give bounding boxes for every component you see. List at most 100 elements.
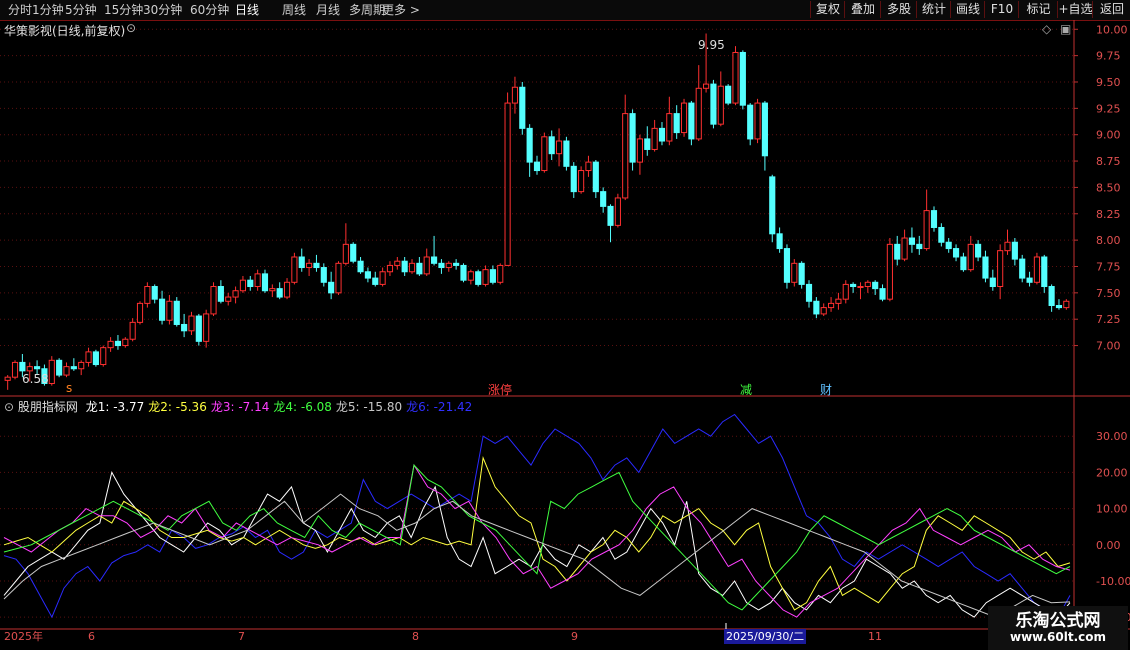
period-2[interactable]: 5分钟 — [65, 2, 97, 18]
candle-body — [850, 283, 857, 288]
toolbar-button-7[interactable]: +自选 — [1057, 1, 1093, 18]
candle-body — [144, 286, 151, 304]
candle-body — [239, 279, 247, 292]
candle-body — [453, 262, 460, 266]
indicator-name[interactable]: 股朋指标网 — [18, 400, 78, 414]
high-price-marker: 9.95 — [698, 38, 725, 52]
toolbar-button-5[interactable]: F10 — [984, 1, 1019, 18]
candle-body — [1048, 286, 1055, 306]
candle-body — [460, 264, 467, 281]
candle-body — [820, 307, 827, 315]
candle-body — [717, 85, 724, 125]
date-year: 2025年 — [4, 630, 43, 643]
candle-body — [1055, 304, 1063, 309]
indicator-series-4 — [3, 464, 1071, 611]
toolbar-button-0[interactable]: 复权 — [810, 1, 845, 18]
candle-body — [585, 161, 592, 172]
candle-body — [298, 256, 305, 269]
candle-body — [1063, 300, 1070, 309]
candle-body — [975, 243, 982, 258]
period-10[interactable]: 更多 > — [382, 2, 420, 18]
candle-body — [614, 197, 621, 226]
candle-body — [563, 140, 570, 167]
price-tick-label: 7.75 — [1096, 260, 1121, 273]
candle-body — [122, 338, 129, 347]
cursor-date-label: 2025/09/30/二 — [724, 629, 807, 644]
event-s-marker[interactable]: s — [66, 381, 72, 395]
indicator-tick-label: 30.00 — [1096, 430, 1128, 443]
candle-body — [217, 286, 224, 302]
candle-body — [136, 302, 144, 323]
toolbar-button-3[interactable]: 统计 — [916, 1, 951, 18]
indicator-toggle-icon[interactable]: ⊙ — [4, 400, 14, 414]
candle-body — [578, 170, 585, 193]
price-tick-label: 7.50 — [1096, 287, 1121, 300]
price-tick-label: 7.00 — [1096, 340, 1121, 353]
candle-body — [761, 102, 768, 157]
stock-title[interactable]: 华策影视(日线,前复权) — [4, 22, 125, 39]
candle-body — [908, 237, 916, 245]
candle-body — [372, 277, 379, 285]
diamond-icon[interactable]: ◇ — [1042, 22, 1051, 36]
period-0[interactable]: 分时 — [8, 2, 32, 18]
candle-body — [747, 104, 754, 140]
candle-body — [533, 161, 541, 172]
candle-body — [19, 361, 26, 372]
candle-body — [857, 286, 864, 289]
toolbar-button-8[interactable]: 返回 — [1092, 1, 1130, 18]
candle-body — [431, 256, 438, 264]
candle-body — [673, 113, 680, 134]
candle-body — [158, 298, 166, 321]
candle-body — [423, 256, 430, 275]
period-5[interactable]: 60分钟 — [190, 2, 229, 18]
toolbar-button-2[interactable]: 多股 — [880, 1, 917, 18]
candle-body — [497, 264, 504, 283]
period-7[interactable]: 周线 — [282, 2, 306, 18]
toolbar-button-6[interactable]: 标记 — [1018, 1, 1058, 18]
candle-body — [548, 136, 555, 155]
price-tick-label: 9.00 — [1096, 129, 1121, 142]
period-4[interactable]: 30分钟 — [143, 2, 182, 18]
candle-body — [710, 83, 717, 125]
candle-body — [555, 140, 563, 155]
indicator-series-0 — [3, 413, 1071, 619]
indicator-value-2: 龙3: -7.14 — [210, 400, 270, 414]
candle-body — [350, 243, 357, 262]
date-month-8: 8 — [412, 630, 419, 643]
candle-body — [952, 248, 960, 258]
candle-body — [34, 366, 41, 370]
period-9[interactable]: 多周期 — [349, 2, 385, 18]
period-8[interactable]: 月线 — [316, 2, 340, 18]
candle-body — [445, 262, 452, 269]
indicator-value-3: 龙4: -6.08 — [273, 400, 332, 414]
event-zhangting[interactable]: 涨停 — [488, 381, 512, 398]
candle-body — [813, 300, 820, 315]
candle-body — [173, 300, 180, 325]
period-3[interactable]: 15分钟 — [104, 2, 143, 18]
indicator-header: ⊙ 股朋指标网 龙1: -3.77 龙2: -5.36 龙3: -7.14 龙4: -… — [4, 398, 472, 415]
candle-body — [695, 87, 702, 140]
candle-body — [805, 283, 813, 302]
candle-body — [489, 269, 496, 283]
toolbar-button-4[interactable]: 画线 — [950, 1, 985, 18]
chevron-down-icon[interactable]: ⊙ — [126, 21, 136, 35]
candle-body — [379, 271, 386, 285]
watermark: 乐淘公式网 www.60lt.com — [988, 606, 1128, 650]
date-month-7: 7 — [238, 630, 245, 643]
candle-body — [203, 313, 210, 342]
candle-body — [622, 113, 629, 199]
toolbar-button-1[interactable]: 叠加 — [844, 1, 881, 18]
event-cai[interactable]: 财 — [820, 381, 832, 398]
candle-body — [210, 286, 217, 315]
candle-body — [923, 210, 930, 250]
period-1[interactable]: 1分钟 — [32, 2, 64, 18]
price-tick-label: 9.50 — [1096, 76, 1121, 89]
candle-body — [70, 366, 77, 370]
candle-body — [901, 237, 908, 260]
candle-body — [783, 248, 791, 283]
candle-body — [1004, 241, 1011, 252]
event-jian[interactable]: 减 — [740, 381, 752, 398]
candle-body — [732, 51, 739, 104]
period-6[interactable]: 日线 — [235, 2, 259, 18]
panel-toggle-icon[interactable]: ▣ — [1060, 22, 1071, 36]
